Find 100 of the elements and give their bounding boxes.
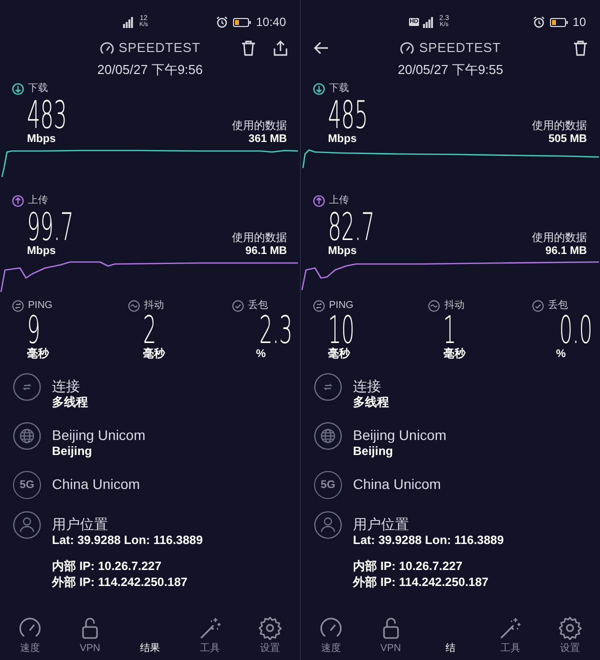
clock-time: 10 <box>572 15 586 29</box>
test-timestamp: 20/05/27 下午9:55 <box>398 62 504 78</box>
metric-value: 0.0 <box>559 312 592 348</box>
download-label: 下载 <box>329 83 349 95</box>
wave-circle-icon <box>428 300 440 312</box>
upload-label: 上传 <box>28 195 48 207</box>
back-icon[interactable] <box>313 41 329 55</box>
alarm-clock-icon <box>216 16 228 28</box>
upload-arrow-icon <box>12 195 24 207</box>
detail-title: 连接 <box>353 378 382 395</box>
test-timestamp: 20/05/27 下午9:56 <box>97 62 203 78</box>
nav-tab[interactable]: 设置 <box>240 610 300 660</box>
detail-title: China Unicom <box>52 476 140 493</box>
detail-subtitle: Lat: 39.9288 Lon: 116.3889 <box>353 533 504 548</box>
metric-label: PING <box>28 300 52 312</box>
ip-address: 内部 IP: 10.26.7.227 <box>52 558 162 574</box>
battery-icon <box>232 18 251 26</box>
metric-value: 2.3 <box>259 312 292 348</box>
clock-time: 10:40 <box>256 15 286 29</box>
globe-icon <box>314 422 342 450</box>
swap-arrows-circle-icon <box>12 300 24 312</box>
metric-label: 抖动 <box>144 300 164 312</box>
detail-title: 用户位置 <box>52 516 109 533</box>
magic-wand-icon <box>198 616 222 640</box>
nav-tab[interactable]: 速度 <box>301 610 361 660</box>
data-used-value: 505 MB <box>548 133 587 146</box>
upload-speed-value: 99.7 <box>27 209 74 245</box>
data-used-value: 96.1 MB <box>545 245 587 258</box>
metric-value: 10 <box>328 312 355 348</box>
data-used-value: 361 MB <box>248 133 287 146</box>
detail-title: 用户位置 <box>353 516 410 533</box>
settings-icon <box>558 616 582 640</box>
detail-subtitle: 多线程 <box>353 395 389 410</box>
app-title: SPEEDTEST <box>419 40 501 56</box>
gauge-icon <box>400 42 414 54</box>
metric-value: 9 <box>27 312 40 348</box>
magic-wand-icon <box>498 616 522 640</box>
settings-icon <box>258 616 282 640</box>
data-used-label: 使用的数据 <box>232 120 287 133</box>
ip-address: 内部 IP: 10.26.7.227 <box>353 558 462 574</box>
network-type-badge: 5G <box>314 471 342 499</box>
metric-label: 丢包 <box>548 300 568 312</box>
metric-label: 丢包 <box>248 300 268 312</box>
upload-label: 上传 <box>329 195 349 207</box>
nav-tab[interactable]: 设置 <box>540 610 600 660</box>
alarm-clock-icon <box>532 16 545 28</box>
metric-unit: 毫秒 <box>27 348 49 361</box>
metric-value: 2 <box>143 312 156 348</box>
detail-subtitle: 多线程 <box>52 395 88 410</box>
nav-tab[interactable]: 结果 <box>120 610 180 660</box>
wave-circle-icon <box>128 300 140 312</box>
swap-arrows-circle-icon <box>313 300 325 312</box>
download-label: 下载 <box>28 83 48 95</box>
nav-tab[interactable]: VPN <box>360 610 421 660</box>
metric-unit: % <box>556 348 566 361</box>
nav-tab[interactable]: 工具 <box>180 610 240 660</box>
speed-unit: Mbps <box>328 245 357 258</box>
speed-unit: Mbps <box>27 245 56 258</box>
signal-icon <box>123 16 134 28</box>
ip-address: 外部 IP: 114.242.250.187 <box>52 574 188 590</box>
detail-title: 连接 <box>52 378 81 395</box>
ip-address: 外部 IP: 114.242.250.187 <box>353 574 488 590</box>
data-used-value: 96.1 MB <box>245 245 287 258</box>
speed-unit: Mbps <box>328 133 357 146</box>
trash-icon[interactable] <box>573 40 588 56</box>
network-type-badge: 5G <box>13 471 41 499</box>
detail-title: China Unicom <box>353 476 441 493</box>
download-arrow-icon <box>313 83 325 95</box>
user-circle-icon <box>13 511 41 539</box>
signal-icon <box>423 16 434 28</box>
swap-arrows-circle-icon <box>314 373 342 401</box>
user-circle-icon <box>314 511 342 539</box>
nav-tab[interactable]: 工具 <box>480 610 540 660</box>
data-used-label: 使用的数据 <box>532 232 587 245</box>
upload-arrow-icon <box>313 195 325 207</box>
detail-subtitle: Beijing <box>52 444 94 459</box>
metric-label: PING <box>329 300 354 312</box>
detail-title: Beijing Unicom <box>52 427 146 444</box>
metric-unit: 毫秒 <box>143 348 165 361</box>
globe-icon <box>13 422 41 450</box>
nav-tab[interactable]: 速度 <box>0 610 60 660</box>
check-circle-icon <box>532 300 544 312</box>
download-speed-value: 483 <box>27 97 67 133</box>
nav-tab[interactable]: 结 <box>420 610 480 660</box>
swap-arrows-circle-icon <box>13 373 41 401</box>
detail-title: Beijing Unicom <box>353 427 446 444</box>
gauge-icon <box>100 42 114 54</box>
metric-unit: % <box>256 348 266 361</box>
speed-unit: Mbps <box>27 133 56 146</box>
metric-label: 抖动 <box>444 300 464 312</box>
metric-value: 1 <box>443 312 457 348</box>
trash-icon[interactable] <box>241 40 256 56</box>
app-title: SPEEDTEST <box>118 40 200 56</box>
battery-icon <box>550 18 568 26</box>
metric-unit: 毫秒 <box>443 348 466 361</box>
nav-tab[interactable]: VPN <box>60 610 120 660</box>
detail-subtitle: Lat: 39.9288 Lon: 116.3889 <box>52 533 203 548</box>
check-circle-icon <box>232 300 244 312</box>
share-icon[interactable] <box>273 40 288 56</box>
data-used-label: 使用的数据 <box>532 120 587 133</box>
